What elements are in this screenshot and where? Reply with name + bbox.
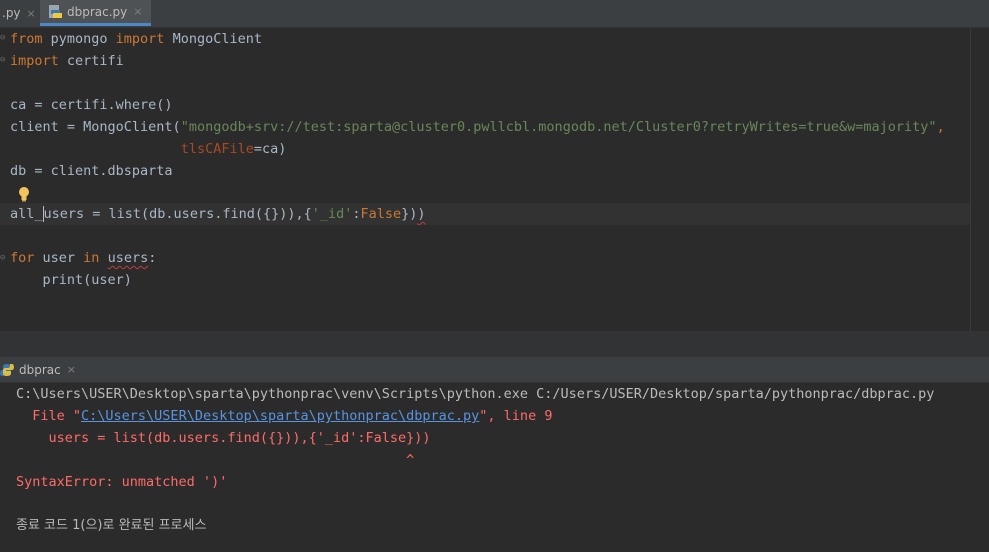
unresolved-reference-marker: users: [107, 250, 149, 266]
close-icon[interactable]: ×: [67, 363, 76, 376]
syntax-error-marker: ): [417, 206, 426, 222]
run-console-output[interactable]: C:\Users\USER\Desktop\sparta\pythonprac\…: [0, 383, 989, 552]
tab-dbprac[interactable]: dbprac.py ×: [40, 0, 151, 26]
traceback-file-link[interactable]: C:\Users\USER\Desktop\sparta\pythonprac\…: [81, 408, 479, 424]
close-icon[interactable]: ×: [133, 5, 142, 18]
tab-previous-file[interactable]: .py ×: [0, 0, 36, 26]
code-line-12: print(user): [10, 272, 132, 288]
code-line-4: ca = certifi.where(): [10, 97, 173, 113]
python-file-icon: [48, 4, 62, 19]
run-tool-window-header: dbprac ×: [0, 357, 989, 383]
python-run-icon: [0, 363, 14, 377]
tab-label: .py: [2, 6, 21, 20]
fold-icon[interactable]: ⊖: [0, 253, 8, 263]
code-editor[interactable]: ⊖ ⊖ ⊖ from pymongo import MongoClient im…: [0, 28, 989, 331]
console-traceback-file: File "C:\Users\USER\Desktop\sparta\pytho…: [16, 408, 553, 424]
console-error-pointer: ^: [16, 452, 415, 468]
console-exit-message: 종료 코드 1(으)로 완료된 프로세스: [16, 518, 207, 533]
fold-icon[interactable]: ⊖: [0, 55, 8, 65]
right-margin-guide: [970, 28, 971, 331]
editor-tab-bar: .py × dbprac.py ×: [0, 0, 989, 28]
console-command-line: C:\Users\USER\Desktop\sparta\pythonprac\…: [16, 386, 935, 402]
tab-label: dbprac.py: [67, 4, 128, 19]
code-line-1: from pymongo import MongoClient: [10, 31, 262, 47]
fold-icon[interactable]: ⊖: [0, 33, 8, 43]
lightbulb-icon[interactable]: [17, 186, 31, 202]
panel-splitter[interactable]: [0, 331, 989, 357]
code-line-6: tlsCAFile=ca): [180, 141, 287, 157]
run-tab-label: dbprac: [19, 362, 61, 377]
console-code-line: users = list(db.users.find({})),{'_id':F…: [16, 430, 431, 446]
code-line-2: import certifi: [10, 53, 124, 69]
console-error-message: SyntaxError: unmatched ')': [16, 474, 228, 490]
code-line-7: db = client.dbsparta: [10, 163, 173, 179]
run-tab-dbprac[interactable]: dbprac ×: [0, 357, 76, 382]
code-line-9: all_users = list(db.users.find({})),{'_i…: [10, 206, 426, 222]
code-line-11: for user in users:: [10, 250, 157, 266]
close-icon[interactable]: ×: [27, 7, 36, 20]
code-line-5: client = MongoClient("mongodb+srv://test…: [10, 119, 945, 135]
